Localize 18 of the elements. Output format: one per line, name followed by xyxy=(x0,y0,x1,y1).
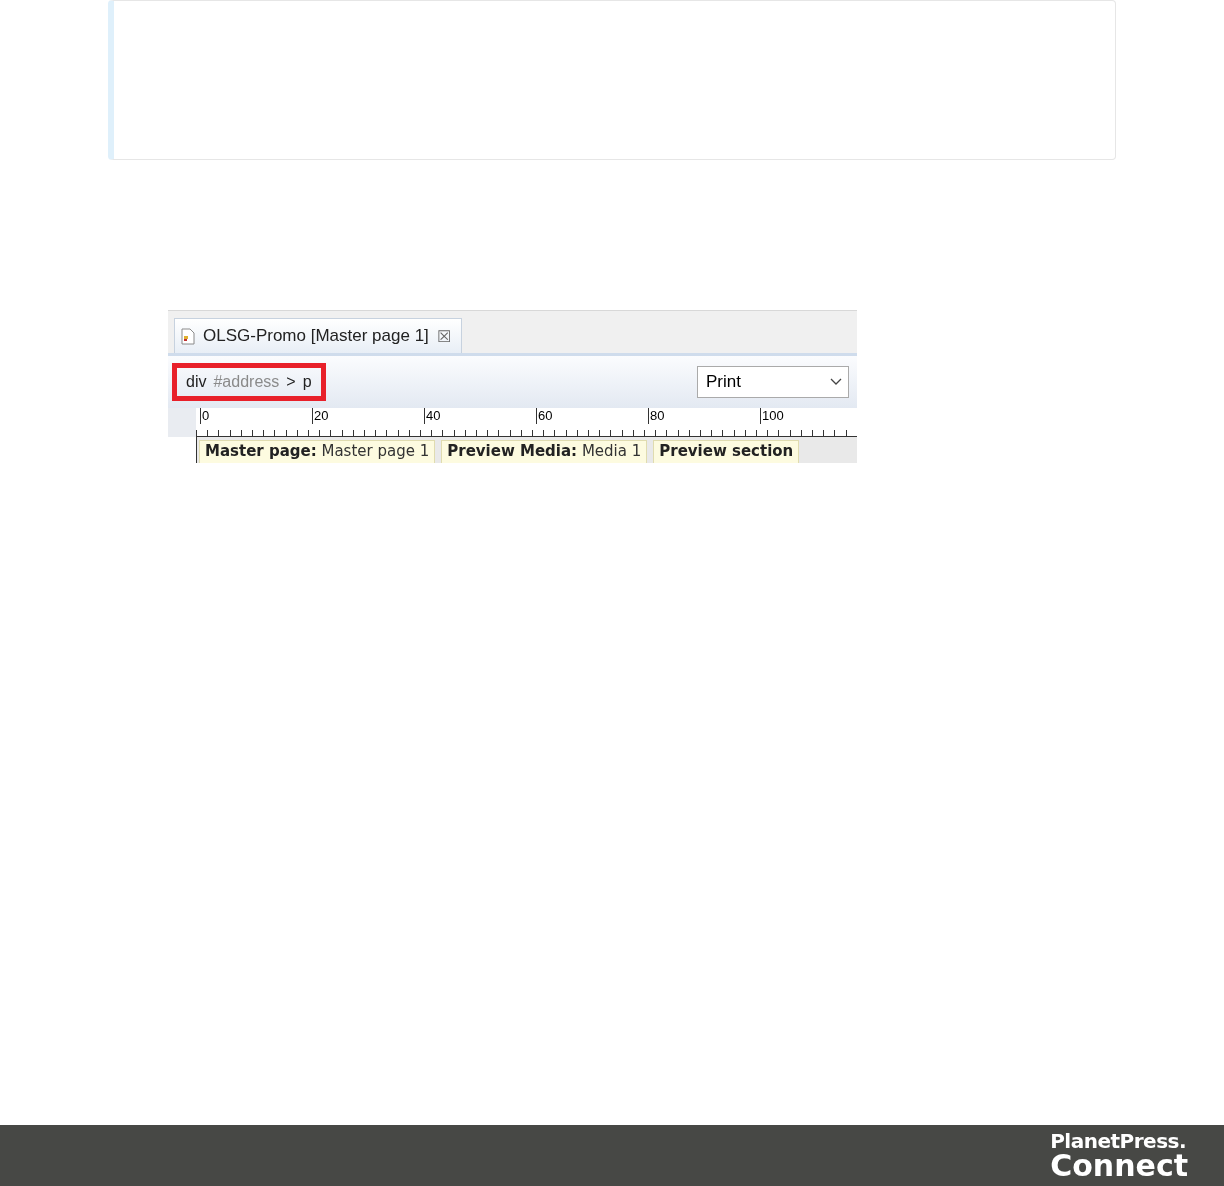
ruler-number: 100 xyxy=(760,408,784,424)
ruler-number: 60 xyxy=(536,408,553,424)
chevron-down-icon xyxy=(830,378,842,386)
media-dropdown[interactable]: Print xyxy=(697,366,849,398)
editor-tab[interactable]: OLSG-Promo [Master page 1] ☒ xyxy=(174,318,462,353)
breadcrumb-item[interactable]: p xyxy=(302,373,312,391)
ruler-number: 0 xyxy=(200,408,210,424)
info-label: Preview section xyxy=(653,440,800,463)
close-icon[interactable]: ☒ xyxy=(436,326,451,346)
document-icon xyxy=(181,327,195,345)
ruler-number: 20 xyxy=(312,408,329,424)
breadcrumb-item[interactable]: div xyxy=(186,373,207,391)
ruler-number: 80 xyxy=(648,408,665,424)
info-label: Preview Media: Media 1 xyxy=(441,440,648,463)
ruler-number: 40 xyxy=(424,408,441,424)
info-label: Master page: Master page 1 xyxy=(199,440,436,463)
breadcrumb-item[interactable]: > xyxy=(286,373,296,391)
logo: PlanetPress. Connect xyxy=(1050,1130,1188,1181)
